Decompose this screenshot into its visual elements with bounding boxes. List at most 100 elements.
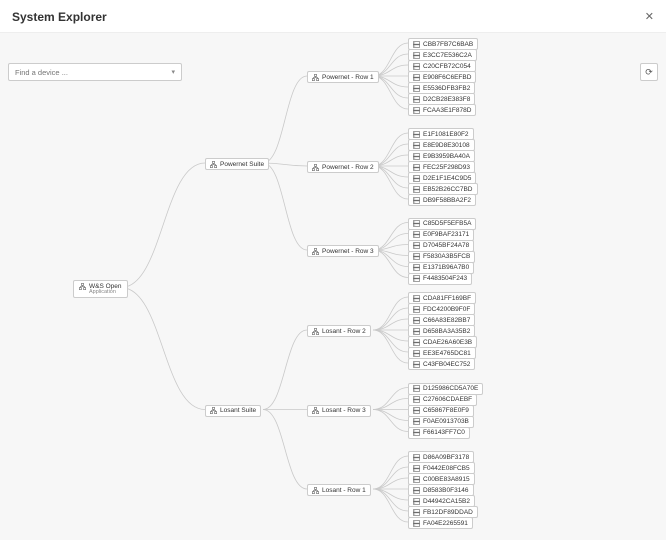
device-label: D44942CA15B2 [423, 498, 470, 505]
row-label: Losant - Row 1 [322, 487, 366, 494]
device-label: D125986CD5A70E [423, 385, 478, 392]
server-icon [413, 253, 420, 260]
device-node[interactable]: F4483504F243 [408, 273, 472, 285]
hierarchy-icon [312, 164, 319, 171]
window-title: System Explorer [12, 10, 107, 24]
server-icon [413, 74, 420, 81]
suite-node[interactable]: Powernet Suite [205, 158, 269, 170]
hierarchy-icon [312, 487, 319, 494]
hierarchy-icon [210, 161, 217, 168]
row-node[interactable]: Losant - Row 3 [307, 405, 371, 417]
server-icon [413, 96, 420, 103]
row-node[interactable]: Losant - Row 2 [307, 325, 371, 337]
device-label: C00BE83A8915 [423, 476, 470, 483]
hierarchy-icon [312, 328, 319, 335]
device-label: E8E9D8E30108 [423, 142, 470, 149]
row-label: Powernet - Row 2 [322, 164, 374, 171]
device-label: FA04E2265591 [423, 520, 468, 527]
title-bar: System Explorer ✕ [0, 0, 666, 33]
device-label: EE3E4765DC81 [423, 350, 471, 357]
suite-label: Powernet Suite [220, 161, 264, 168]
device-label: D2CB28E383F8 [423, 96, 470, 103]
root-node[interactable]: W&S OpenApplication [73, 280, 128, 299]
hierarchy-icon [79, 283, 86, 290]
server-icon [413, 306, 420, 313]
device-label: E908F6C6EFBD [423, 74, 471, 81]
hierarchy-icon [312, 407, 319, 414]
server-icon [413, 153, 420, 160]
device-node[interactable]: C43FB04EC752 [408, 358, 475, 370]
server-icon [413, 418, 420, 425]
hierarchy-icon [312, 74, 319, 81]
device-node[interactable]: FCAA3E1F878D [408, 104, 476, 116]
device-node[interactable]: FA04E2265591 [408, 517, 473, 529]
server-icon [413, 361, 420, 368]
device-label: D7045BF24A78 [423, 242, 469, 249]
server-icon [413, 476, 420, 483]
suite-label: Losant Suite [220, 407, 256, 414]
tree-canvas[interactable]: ▾ ⟳ W&S OpenApplicationPowernet SuiteLos… [0, 33, 666, 540]
device-label: E0F9BAF23171 [423, 231, 469, 238]
device-label: D86A09BF3178 [423, 454, 469, 461]
device-label: F66143FF7C0 [423, 429, 465, 436]
device-node[interactable]: C65867F8E0F9 [408, 405, 474, 417]
device-label: E9B3959BA40A [423, 153, 470, 160]
device-label: C66A83E82BB7 [423, 317, 470, 324]
server-icon [413, 317, 420, 324]
server-icon [413, 275, 420, 282]
server-icon [413, 407, 420, 414]
device-label: FDC4200B9F0F [423, 306, 470, 313]
device-node[interactable]: F0AE0913703B [408, 416, 474, 428]
server-icon [413, 328, 420, 335]
root-subtitle: Application [89, 290, 116, 296]
device-label: C20CFB72C054 [423, 63, 471, 70]
device-label: D8583B0F3146 [423, 487, 469, 494]
device-label: C27606CDAEBF [423, 396, 472, 403]
device-node[interactable]: D125986CD5A70E [408, 383, 483, 395]
device-label: EB52B26CC7BD [423, 186, 473, 193]
server-icon [413, 242, 420, 249]
row-node[interactable]: Powernet - Row 3 [307, 245, 379, 257]
hierarchy-icon [312, 248, 319, 255]
device-node[interactable]: C27606CDAEBF [408, 394, 477, 406]
server-icon [413, 186, 420, 193]
row-label: Losant - Row 3 [322, 407, 366, 414]
device-label: D658BA3A35B2 [423, 328, 470, 335]
device-node[interactable]: E1371B96A7B0 [408, 262, 474, 274]
server-icon [413, 454, 420, 461]
server-icon [413, 429, 420, 436]
row-node[interactable]: Powernet - Row 2 [307, 161, 379, 173]
hierarchy-icon [210, 407, 217, 414]
row-node[interactable]: Losant - Row 1 [307, 484, 371, 496]
system-explorer-window: System Explorer ✕ ▾ ⟳ W&S OpenApplicatio… [0, 0, 666, 540]
server-icon [413, 197, 420, 204]
device-label: F4483504F243 [423, 275, 467, 282]
device-node[interactable]: F5830A3B5FCB [408, 251, 475, 263]
server-icon [413, 520, 420, 527]
device-label: C65867F8E0F9 [423, 407, 469, 414]
device-label: E5536DFB3FB2 [423, 85, 470, 92]
device-label: E3CC7E536C2A [423, 52, 472, 59]
server-icon [413, 142, 420, 149]
server-icon [413, 264, 420, 271]
server-icon [413, 85, 420, 92]
device-node[interactable]: DB9F58BBA2F2 [408, 194, 476, 206]
device-label: FB12DF89DDAD [423, 509, 473, 516]
row-node[interactable]: Powernet - Row 1 [307, 71, 379, 83]
device-node[interactable]: E0F9BAF23171 [408, 229, 474, 241]
close-icon[interactable]: ✕ [645, 12, 654, 23]
server-icon [413, 175, 420, 182]
device-label: DB9F58BBA2F2 [423, 197, 471, 204]
server-icon [413, 63, 420, 70]
server-icon [413, 295, 420, 302]
server-icon [413, 107, 420, 114]
device-label: E1F1081E80F2 [423, 131, 469, 138]
device-node[interactable]: F66143FF7C0 [408, 427, 470, 439]
device-node[interactable]: C85D5F5EFB5A [408, 218, 476, 230]
device-label: F0442E08FCB5 [423, 465, 470, 472]
device-node[interactable]: D7045BF24A78 [408, 240, 474, 252]
server-icon [413, 220, 420, 227]
suite-node[interactable]: Losant Suite [205, 405, 261, 417]
server-icon [413, 465, 420, 472]
server-icon [413, 487, 420, 494]
